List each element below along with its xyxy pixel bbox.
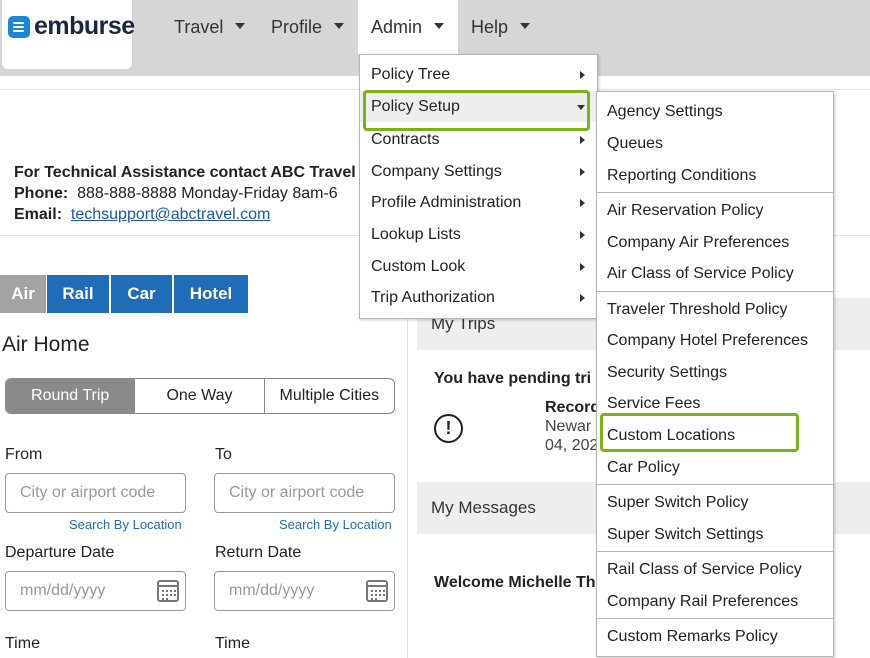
nav-profile[interactable]: Profile xyxy=(258,0,357,54)
nav-help[interactable]: Help xyxy=(458,0,543,54)
submenu-company-rail-preferences[interactable]: Company Rail Preferences xyxy=(597,586,833,617)
chevron-right-icon xyxy=(580,231,585,239)
menu-item-profile-administration[interactable]: Profile Administration xyxy=(360,187,597,218)
round-trip-button[interactable]: Round Trip xyxy=(6,379,136,413)
chevron-right-icon xyxy=(580,199,585,207)
chevron-down-icon xyxy=(434,23,445,30)
submenu-car-policy[interactable]: Car Policy xyxy=(597,452,833,483)
chevron-right-icon xyxy=(580,71,585,79)
submenu-air-class-of-service-policy[interactable]: Air Class of Service Policy xyxy=(597,258,833,289)
email-link[interactable]: techsupport@abctravel.com xyxy=(71,206,270,223)
submenu-company-air-preferences[interactable]: Company Air Preferences xyxy=(597,227,833,258)
submenu-divider xyxy=(597,551,833,552)
menu-item-company-settings[interactable]: Company Settings xyxy=(360,156,597,187)
calendar-icon[interactable] xyxy=(157,580,179,602)
alert-icon: ! xyxy=(434,414,463,443)
policy-setup-submenu: Agency Settings Queues Reporting Conditi… xyxy=(596,91,834,657)
trip-type-selector: Round Trip One Way Multiple Cities xyxy=(5,378,395,414)
chevron-right-icon xyxy=(580,294,585,302)
submenu-divider xyxy=(597,484,833,485)
submenu-divider xyxy=(597,618,833,619)
phone-label: Phone: xyxy=(14,185,69,202)
tab-hotel[interactable]: Hotel xyxy=(174,275,248,313)
logo-text: emburse xyxy=(34,12,135,40)
chevron-right-icon xyxy=(580,136,585,144)
chevron-down-icon xyxy=(334,23,345,30)
calendar-icon[interactable] xyxy=(366,580,388,602)
submenu-super-switch-settings[interactable]: Super Switch Settings xyxy=(597,519,833,550)
submenu-reporting-conditions[interactable]: Reporting Conditions xyxy=(597,160,833,191)
submenu-rail-class-of-service-policy[interactable]: Rail Class of Service Policy xyxy=(597,554,833,585)
chevron-right-icon xyxy=(580,168,585,176)
chevron-down-icon xyxy=(520,23,531,30)
return-date-label: Return Date xyxy=(215,544,302,561)
to-input[interactable]: City or airport code xyxy=(214,473,395,513)
tab-car[interactable]: Car xyxy=(111,275,172,313)
menu-item-policy-tree[interactable]: Policy Tree xyxy=(360,59,597,90)
tab-air[interactable]: Air xyxy=(0,275,46,313)
pending-trips-text: You have pending tri xyxy=(434,370,592,387)
menu-item-lookup-lists[interactable]: Lookup Lists xyxy=(360,219,597,250)
email-label: Email: xyxy=(14,206,63,223)
assistance-heading: For Technical Assistance contact ABC Tra… xyxy=(14,164,356,181)
from-search-by-location-link[interactable]: Search By Location xyxy=(69,517,182,532)
submenu-super-switch-policy[interactable]: Super Switch Policy xyxy=(597,487,833,518)
trip-destination: Newar xyxy=(545,418,592,435)
menu-item-trip-authorization[interactable]: Trip Authorization xyxy=(360,282,597,313)
multiple-cities-button[interactable]: Multiple Cities xyxy=(265,379,394,413)
submenu-custom-locations[interactable]: Custom Locations xyxy=(597,420,833,451)
from-input[interactable]: City or airport code xyxy=(5,473,186,513)
submenu-divider xyxy=(597,291,833,292)
submenu-company-hotel-preferences[interactable]: Company Hotel Preferences xyxy=(597,325,833,356)
submenu-queues[interactable]: Queues xyxy=(597,128,833,159)
submenu-security-settings[interactable]: Security Settings xyxy=(597,357,833,388)
column-divider xyxy=(407,313,408,658)
welcome-message: Welcome Michelle Th xyxy=(434,574,596,591)
menu-item-custom-look[interactable]: Custom Look xyxy=(360,251,597,282)
menu-item-policy-setup[interactable]: Policy Setup xyxy=(360,91,597,122)
chevron-right-icon xyxy=(580,263,585,271)
nav-admin[interactable]: Admin xyxy=(358,0,458,54)
to-label: To xyxy=(215,446,232,463)
nav-travel[interactable]: Travel xyxy=(161,0,258,54)
chevron-down-icon xyxy=(235,23,246,30)
submenu-traveler-threshold-policy[interactable]: Traveler Threshold Policy xyxy=(597,294,833,325)
return-time-label: Time xyxy=(215,635,250,652)
departure-date-label: Departure Date xyxy=(5,544,115,561)
tab-rail[interactable]: Rail xyxy=(47,275,109,313)
submenu-agency-settings[interactable]: Agency Settings xyxy=(597,96,833,127)
trip-date: 04, 202 xyxy=(545,437,599,454)
chevron-down-icon xyxy=(577,105,585,110)
record-label: Record xyxy=(545,399,601,416)
submenu-divider xyxy=(597,192,833,193)
page-title: Air Home xyxy=(2,333,90,356)
from-label: From xyxy=(5,446,43,463)
phone-value: 888-888-8888 Monday-Friday 8am-6 xyxy=(77,185,338,202)
to-search-by-location-link[interactable]: Search By Location xyxy=(279,517,392,532)
submenu-air-reservation-policy[interactable]: Air Reservation Policy xyxy=(597,195,833,226)
emburse-logo-icon xyxy=(8,16,30,38)
submenu-service-fees[interactable]: Service Fees xyxy=(597,388,833,419)
one-way-button[interactable]: One Way xyxy=(135,379,265,413)
menu-item-contracts[interactable]: Contracts xyxy=(360,124,597,155)
admin-dropdown-menu: Policy Tree Policy Setup Contracts Compa… xyxy=(359,54,598,319)
departure-time-label: Time xyxy=(5,635,40,652)
logo[interactable]: emburse xyxy=(2,0,135,69)
technical-assistance: For Technical Assistance contact ABC Tra… xyxy=(14,162,356,225)
submenu-custom-remarks-policy[interactable]: Custom Remarks Policy xyxy=(597,621,833,652)
